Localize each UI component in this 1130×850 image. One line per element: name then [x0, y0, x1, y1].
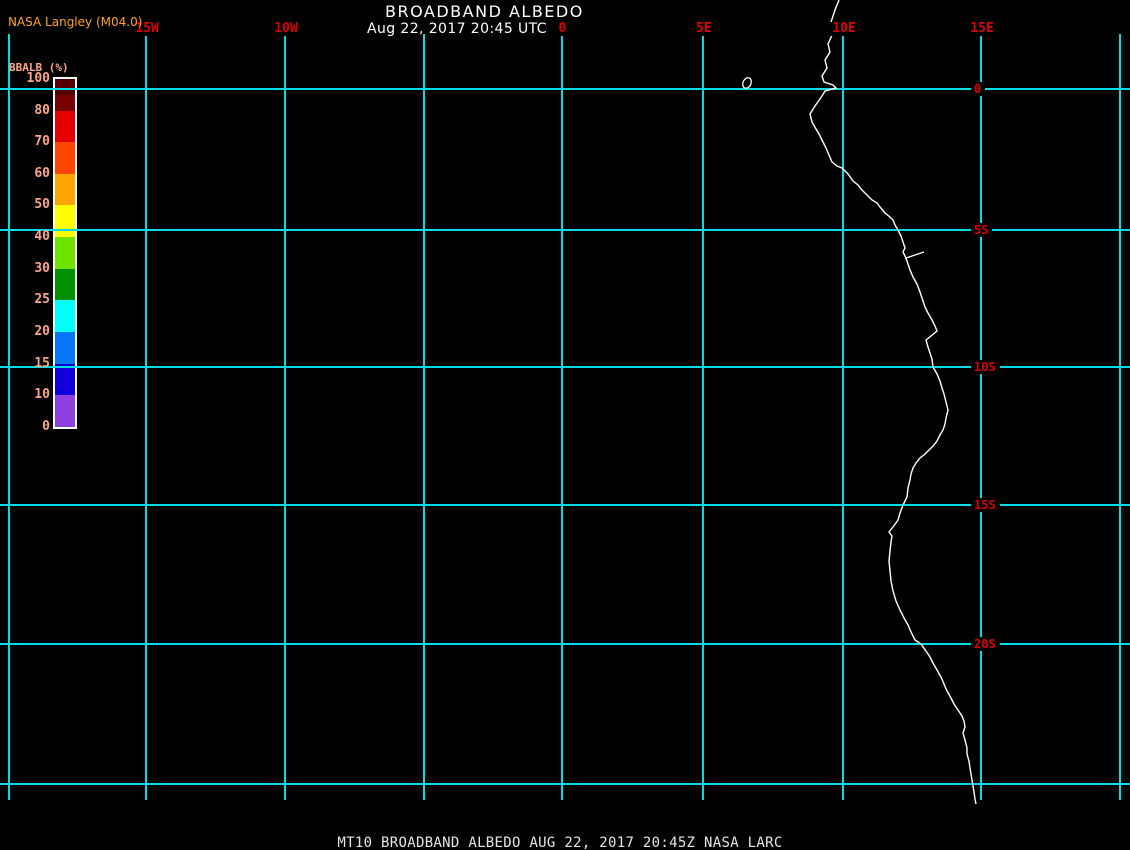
colorbar-tick-label: 20	[34, 324, 50, 339]
lon-label: 0	[556, 21, 569, 36]
colorbar-tick-label: 100	[26, 71, 50, 86]
colorbar-tick-label: 0	[42, 419, 50, 434]
colorbar-tick-label: 70	[34, 134, 50, 149]
congo-river-line	[905, 251, 925, 259]
page-title: BROADBAND ALBEDO	[385, 2, 584, 21]
colorbar-tick-label: 60	[34, 166, 50, 181]
lat-label: 10S	[971, 360, 1000, 374]
colorbar-title: BBALB (%)	[9, 61, 69, 74]
colorbar-tick-label: 15	[34, 356, 50, 371]
albedo-map-plot: NASA Langley (M04.0) BROADBAND ALBEDO Au…	[0, 0, 1130, 850]
coastline-layer	[742, 0, 977, 805]
lon-label: 10W	[272, 21, 300, 36]
timestamp-subtitle: Aug 22, 2017 20:45 UTC	[367, 21, 547, 37]
africa-west-coastline	[809, 0, 977, 805]
colorbar-tick-label: 30	[34, 261, 50, 276]
lat-label: 5S	[971, 223, 993, 237]
lat-label: 20S	[971, 637, 1000, 651]
colorbar-tick-label: 50	[34, 197, 50, 212]
source-version-label: NASA Langley (M04.0)	[8, 15, 143, 29]
lon-label: 15E	[968, 21, 996, 36]
lon-label: 10E	[830, 21, 858, 36]
sao-tome-island-outline	[742, 77, 752, 89]
lat-label: 0	[971, 82, 986, 96]
colorbar-tick-label: 40	[34, 229, 50, 244]
colorbar-tick-label: 25	[34, 292, 50, 307]
footer-caption: MT10 BROADBAND ALBEDO AUG 22, 2017 20:45…	[337, 835, 783, 850]
lon-label: 5E	[693, 21, 714, 36]
colorbar-tick-label: 80	[34, 103, 50, 118]
lat-label: 15S	[971, 498, 1000, 512]
colorbar-tick-label: 10	[34, 387, 50, 402]
